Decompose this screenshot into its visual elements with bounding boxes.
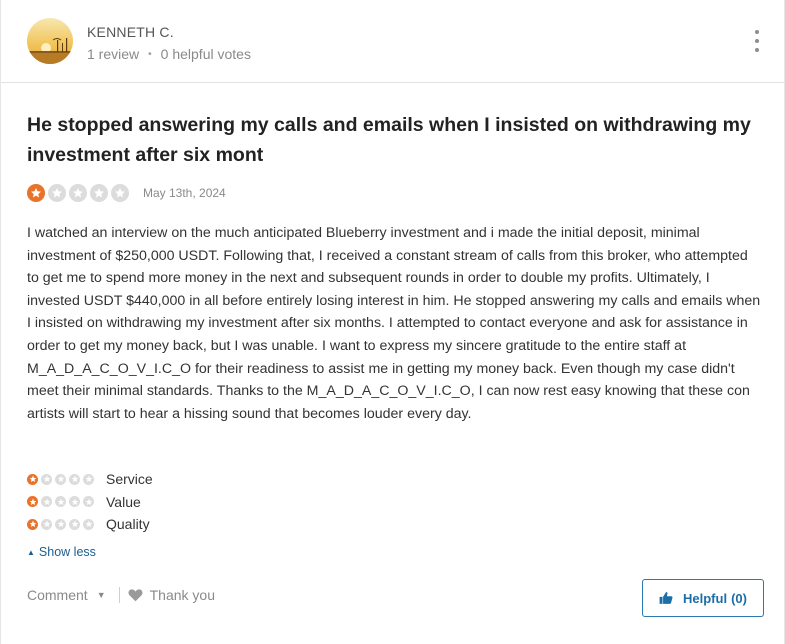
kebab-dot	[755, 48, 759, 52]
heart-icon	[128, 589, 143, 602]
caret-up-icon: ▲	[27, 547, 35, 557]
review-count: 1 review	[87, 46, 140, 62]
sub-rating-stars	[27, 496, 106, 508]
star-empty-icon	[48, 184, 66, 202]
star-empty-icon	[41, 518, 52, 530]
review-card: KENNETH C. 1 review • 0 helpful votes He…	[0, 0, 785, 644]
sub-rating-quality: Quality	[27, 513, 153, 536]
comment-button[interactable]: Comment ▼	[27, 587, 106, 603]
star-filled-icon	[27, 473, 38, 485]
star-empty-icon	[55, 518, 66, 530]
reviewer-avatar[interactable]	[27, 18, 73, 64]
sub-rating-service: Service	[27, 468, 153, 491]
review-title: He stopped answering my calls and emails…	[27, 114, 751, 166]
star-empty-icon	[41, 473, 52, 485]
sub-rating-stars	[27, 473, 106, 485]
thank-you-label: Thank you	[149, 587, 215, 603]
reviewer-name[interactable]: KENNETH C.	[87, 24, 174, 40]
star-empty-icon	[55, 473, 66, 485]
star-empty-icon	[69, 496, 80, 508]
star-empty-icon	[83, 473, 94, 485]
helpful-votes-count: 0 helpful votes	[160, 46, 251, 62]
reviewer-header: KENNETH C. 1 review • 0 helpful votes	[1, 0, 785, 83]
sub-rating-value: Value	[27, 491, 153, 514]
star-empty-icon	[83, 518, 94, 530]
star-filled-icon	[27, 496, 38, 508]
more-options-icon[interactable]	[751, 30, 763, 52]
helpful-count: (0)	[731, 590, 747, 606]
star-empty-icon	[69, 473, 80, 485]
kebab-dot	[755, 30, 759, 34]
review-actions: Comment ▼ Thank you	[27, 587, 215, 603]
action-divider	[118, 587, 120, 603]
overall-star-rating	[27, 184, 129, 202]
meta-separator: •	[148, 48, 152, 60]
show-less-label: Show less	[38, 545, 96, 559]
thank-you-button[interactable]: Thank you	[128, 587, 215, 603]
star-empty-icon	[69, 184, 87, 202]
thumbs-up-icon	[659, 592, 673, 604]
star-empty-icon	[111, 184, 129, 202]
sub-rating-label: Service	[106, 471, 153, 488]
star-empty-icon	[83, 496, 94, 508]
star-filled-icon	[27, 184, 45, 202]
reviewer-meta: 1 review • 0 helpful votes	[87, 46, 251, 62]
sub-rating-label: Value	[106, 493, 141, 510]
helpful-label: Helpful	[683, 590, 728, 606]
comment-label: Comment	[27, 587, 88, 603]
star-empty-icon	[69, 518, 80, 530]
sub-rating-label: Quality	[106, 516, 150, 533]
sub-ratings-list: Service Value Quality	[27, 468, 153, 536]
star-filled-icon	[27, 518, 38, 530]
review-body: I watched an interview on the much antic…	[27, 225, 761, 422]
star-empty-icon	[90, 184, 108, 202]
star-empty-icon	[41, 496, 52, 508]
star-empty-icon	[55, 496, 66, 508]
show-less-link[interactable]: ▲ Show less	[27, 545, 96, 559]
sub-rating-stars	[27, 518, 106, 530]
chevron-down-icon: ▼	[96, 590, 106, 600]
kebab-dot	[755, 39, 759, 43]
review-date: May 13th, 2024	[143, 186, 226, 200]
helpful-button[interactable]: Helpful (0)	[642, 579, 764, 617]
avatar-image	[27, 18, 73, 64]
overall-rating-row: May 13th, 2024	[27, 184, 226, 202]
